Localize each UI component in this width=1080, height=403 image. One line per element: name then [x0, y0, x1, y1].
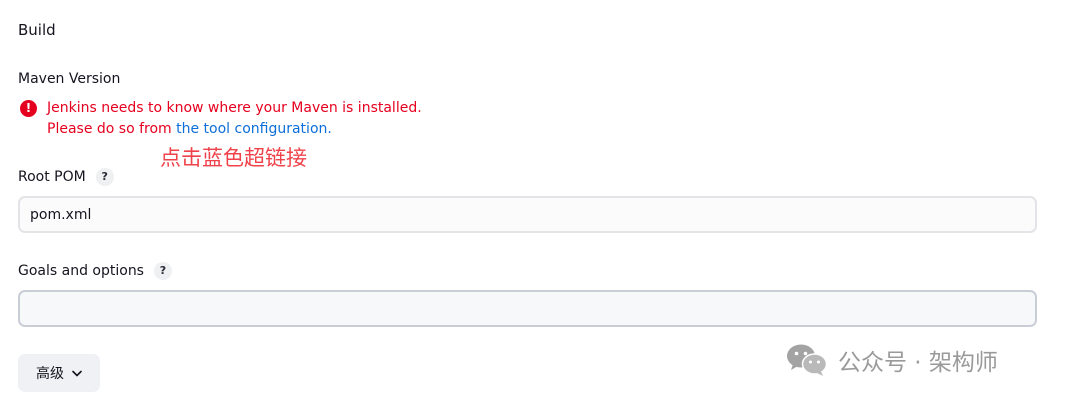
watermark-text: 公众号 · 架构师: [838, 350, 998, 376]
root-pom-input[interactable]: [18, 196, 1037, 233]
error-line-1: Jenkins needs to know where your Maven i…: [47, 100, 422, 116]
advanced-button-label: 高级: [36, 365, 64, 381]
wechat-icon: [786, 343, 828, 377]
goals-label: Goals and options: [18, 263, 144, 279]
goals-help-icon[interactable]: ?: [153, 262, 172, 280]
error-line-2: Please do so from the tool configuration…: [47, 119, 332, 140]
watermark: 公众号 · 架构师: [786, 342, 998, 378]
error-icon: !: [20, 100, 37, 117]
annotation-text: 点击蓝色超链接: [160, 146, 307, 170]
error-line-2-prefix: Please do so from: [47, 121, 177, 137]
advanced-button[interactable]: 高级: [18, 354, 100, 392]
goals-input[interactable]: [18, 290, 1037, 327]
root-pom-label: Root POM: [18, 169, 86, 185]
section-title-build: Build: [18, 21, 56, 39]
maven-version-label: Maven Version: [18, 71, 121, 87]
error-line-2-suffix: .: [327, 121, 332, 137]
goals-label-row: Goals and options?: [18, 262, 172, 280]
tool-configuration-link[interactable]: the tool configuration: [176, 121, 327, 137]
root-pom-label-row: Root POM?: [18, 168, 114, 186]
chevron-down-icon: [72, 370, 82, 377]
root-pom-help-icon[interactable]: ?: [95, 168, 114, 186]
